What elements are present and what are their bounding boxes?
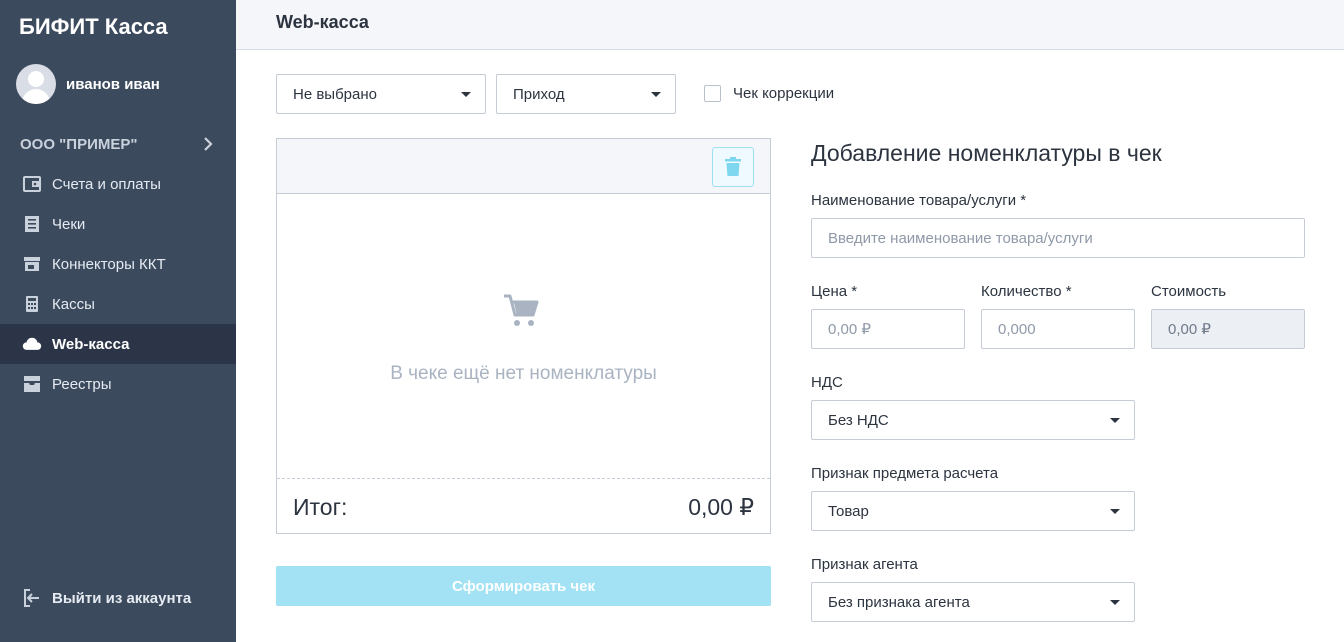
sidebar-nav: Счета и оплаты Чеки Коннекторы ККТ Кассы… xyxy=(0,164,236,404)
caret-down-icon xyxy=(461,92,471,97)
vat-select-value: Без НДС xyxy=(828,411,889,429)
sidebar-item-label: Реестры xyxy=(52,375,112,393)
user-name: иванов иван xyxy=(66,75,160,93)
chevron-right-icon xyxy=(204,137,213,151)
create-receipt-button[interactable]: Сформировать чек xyxy=(276,566,771,606)
sidebar-item-label: Кассы xyxy=(52,295,95,313)
agent-select-value: Без признака агента xyxy=(828,593,970,611)
sidebar-item-label: Web-касса xyxy=(52,335,130,353)
total-value: 0,00 ₽ xyxy=(688,494,754,520)
cost-field: 0,00 ₽ xyxy=(1151,309,1305,349)
caret-down-icon xyxy=(651,92,661,97)
clear-receipt-button[interactable] xyxy=(712,147,754,187)
sidebar-item-registries[interactable]: Реестры xyxy=(0,364,236,404)
user-profile[interactable]: иванов иван xyxy=(16,64,160,104)
cashbox-select[interactable]: Не выбрано xyxy=(276,74,486,114)
caret-down-icon xyxy=(1110,600,1120,605)
brand-logo[interactable]: БИФИТ Касса xyxy=(19,14,168,40)
vat-label: НДС xyxy=(811,374,843,391)
sidebar: БИФИТ Касса иванов иван ООО "ПРИМЕР" Сче… xyxy=(0,0,236,642)
empty-receipt-text: В чеке ещё нет номенклатуры xyxy=(390,363,657,384)
sidebar-item-connectors[interactable]: Коннекторы ККТ xyxy=(0,244,236,284)
agent-select[interactable]: Без признака агента xyxy=(811,582,1135,622)
logout-button[interactable]: Выйти из аккаунта xyxy=(22,588,191,608)
correction-checkbox-label[interactable]: Чек коррекции xyxy=(733,85,834,102)
vat-select[interactable]: Без НДС xyxy=(811,400,1135,440)
caret-down-icon xyxy=(1110,418,1120,423)
wallet-icon xyxy=(22,174,42,194)
logout-label: Выйти из аккаунта xyxy=(52,589,192,607)
quantity-label: Количество * xyxy=(981,283,1072,300)
avatar xyxy=(16,64,56,104)
price-label: Цена * xyxy=(811,283,858,300)
cost-label: Стоимость xyxy=(1151,283,1227,300)
sidebar-item-label: Коннекторы ККТ xyxy=(52,255,166,273)
org-selector[interactable]: ООО "ПРИМЕР" xyxy=(20,134,216,154)
operation-type-select[interactable]: Приход xyxy=(496,74,676,114)
item-name-label: Наименование товара/услуги * xyxy=(811,192,1027,209)
cashbox-select-value: Не выбрано xyxy=(293,85,377,103)
sidebar-item-web-kassa[interactable]: Web-касса xyxy=(0,324,236,364)
page-header: Web-касса xyxy=(236,0,1344,50)
item-name-input[interactable] xyxy=(811,218,1305,258)
receipt-icon xyxy=(22,214,42,234)
page-title: Web-касса xyxy=(276,12,369,32)
price-input[interactable] xyxy=(811,309,965,349)
sidebar-item-payments[interactable]: Счета и оплаты xyxy=(0,164,236,204)
correction-checkbox-wrap[interactable]: Чек коррекции xyxy=(704,85,834,102)
cart-icon xyxy=(504,294,539,326)
sidebar-item-label: Счета и оплаты xyxy=(52,175,161,193)
payment-subject-value: Товар xyxy=(828,502,869,520)
correction-checkbox[interactable] xyxy=(704,85,721,102)
org-name: ООО "ПРИМЕР" xyxy=(20,135,138,153)
quantity-input[interactable] xyxy=(981,309,1135,349)
form-title: Добавление номенклатуры в чек xyxy=(811,140,1162,166)
total-label: Итог: xyxy=(293,494,348,520)
payment-subject-select[interactable]: Товар xyxy=(811,491,1135,531)
payment-subject-label: Признак предмета расчета xyxy=(811,465,999,482)
operation-type-value: Приход xyxy=(513,85,565,103)
logout-icon xyxy=(24,589,39,607)
sidebar-item-cashboxes[interactable]: Кассы xyxy=(0,284,236,324)
caret-down-icon xyxy=(1110,509,1120,514)
cloud-icon xyxy=(22,334,42,354)
store-icon xyxy=(22,254,42,274)
archive-icon xyxy=(22,374,42,394)
calculator-icon xyxy=(22,294,42,314)
receipt-toolbar xyxy=(277,139,770,194)
trash-icon xyxy=(725,157,741,176)
receipt-empty-state: В чеке ещё нет номенклатуры xyxy=(277,195,770,479)
sidebar-item-label: Чеки xyxy=(52,215,86,233)
receipt-panel: В чеке ещё нет номенклатуры Итог: 0,00 ₽ xyxy=(276,138,771,534)
agent-label: Признак агента xyxy=(811,556,918,573)
sidebar-item-receipts[interactable]: Чеки xyxy=(0,204,236,244)
